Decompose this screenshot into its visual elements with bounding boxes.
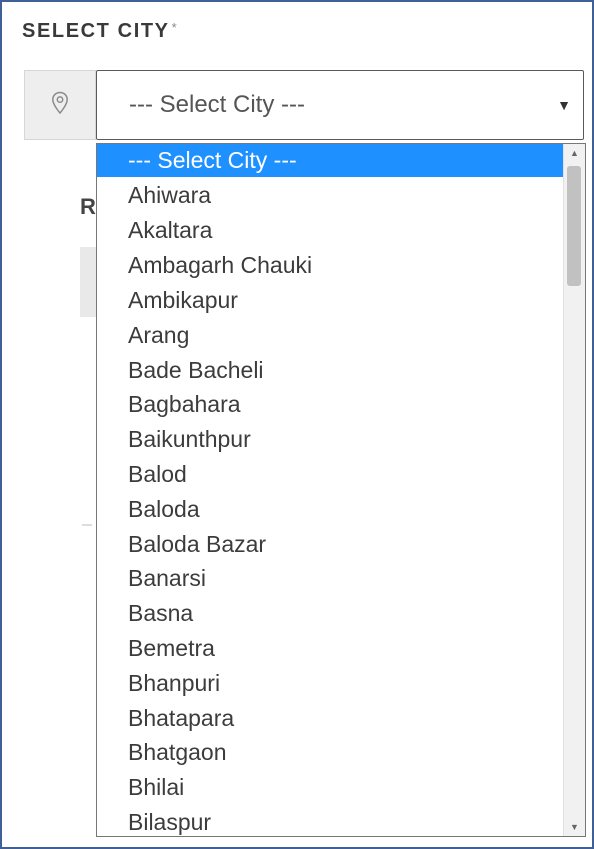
dropdown-option[interactable]: Bhatapara (97, 701, 565, 736)
background-partial-box (80, 247, 96, 317)
background-partial-text: R (80, 194, 96, 219)
dropdown-option[interactable]: Bade Bacheli (97, 353, 565, 388)
dropdown-option[interactable]: Ambagarh Chauki (97, 248, 565, 283)
dropdown-option[interactable]: Arang (97, 318, 565, 353)
background-divider (82, 524, 92, 526)
city-select[interactable]: --- Select City --- ▼ (96, 70, 584, 140)
dropdown-option[interactable]: --- Select City --- (97, 144, 565, 177)
dropdown-scrollbar[interactable]: ▲ ▼ (563, 144, 585, 836)
dropdown-option[interactable]: Ahiwara (97, 178, 565, 213)
location-addon (24, 70, 96, 140)
dropdown-option[interactable]: Balod (97, 457, 565, 492)
map-pin-icon (51, 91, 69, 120)
dropdown-option[interactable]: Bhilai (97, 770, 565, 805)
dropdown-option[interactable]: Basna (97, 596, 565, 631)
dropdown-option[interactable]: Ambikapur (97, 283, 565, 318)
dropdown-option[interactable]: Baloda (97, 492, 565, 527)
chevron-down-icon: ▼ (557, 97, 571, 113)
select-value: --- Select City --- (129, 91, 305, 118)
dropdown-option[interactable]: Banarsi (97, 561, 565, 596)
required-mark: * (171, 20, 179, 35)
scroll-down-icon[interactable]: ▼ (564, 818, 585, 836)
dropdown-option[interactable]: Baloda Bazar (97, 527, 565, 562)
dropdown-option[interactable]: Bhanpuri (97, 666, 565, 701)
dropdown-option[interactable]: Bemetra (97, 631, 565, 666)
scrollbar-thumb[interactable] (567, 166, 581, 286)
field-label: SELECT CITY * (22, 20, 178, 43)
dropdown-option[interactable]: Bagbahara (97, 387, 565, 422)
screenshot-frame: SELECT CITY * --- Select City --- ▼ R ---… (0, 0, 594, 849)
dropdown-option[interactable]: Baikunthpur (97, 422, 565, 457)
dropdown-option[interactable]: Akaltara (97, 213, 565, 248)
scroll-up-icon[interactable]: ▲ (564, 144, 585, 162)
dropdown-option[interactable]: Bilaspur (97, 805, 565, 836)
field-label-text: SELECT CITY (22, 20, 170, 42)
dropdown-option[interactable]: Bhatgaon (97, 735, 565, 770)
city-dropdown-list: --- Select City --- Ahiwara Akaltara Amb… (96, 143, 586, 837)
